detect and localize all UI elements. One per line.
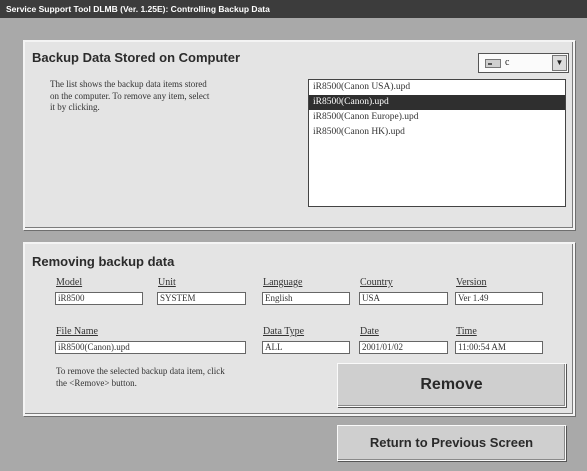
- drive-select-value: c: [505, 57, 510, 68]
- remove-panel-title: Removing backup data: [32, 254, 175, 269]
- language-field: English: [262, 292, 350, 305]
- chevron-down-icon[interactable]: ▼: [552, 55, 567, 71]
- date-label: Date: [360, 326, 379, 337]
- return-to-previous-screen-button[interactable]: Return to Previous Screen: [337, 425, 566, 461]
- instruction-line: the <Remove> button.: [56, 377, 137, 388]
- model-label: Model: [56, 277, 83, 288]
- file-name-field: iR8500(Canon).upd: [55, 341, 246, 354]
- drive-icon: [485, 59, 501, 68]
- description-line: it by clicking.: [50, 102, 100, 112]
- data-type-label: Data Type: [263, 326, 305, 337]
- list-item-selected[interactable]: iR8500(Canon).upd: [309, 95, 565, 110]
- app-window: Service Support Tool DLMB (Ver. 1.25E): …: [0, 0, 587, 471]
- description-line: The list shows the backup data items sto…: [50, 79, 207, 89]
- version-field: Ver 1.49: [455, 292, 543, 305]
- list-item[interactable]: iR8500(Canon USA).upd: [309, 80, 565, 95]
- country-field: USA: [359, 292, 448, 305]
- instruction-line: To remove the selected backup data item,…: [56, 366, 225, 376]
- list-item[interactable]: iR8500(Canon HK).upd: [309, 125, 565, 140]
- country-label: Country: [360, 277, 393, 288]
- file-name-label: File Name: [56, 326, 98, 337]
- version-label: Version: [456, 277, 487, 288]
- list-item[interactable]: iR8500(Canon Europe).upd: [309, 110, 565, 125]
- model-field: iR8500: [55, 292, 143, 305]
- language-label: Language: [263, 277, 303, 288]
- data-type-field: ALL: [262, 341, 350, 354]
- remove-instructions: To remove the selected backup data item,…: [56, 366, 225, 389]
- backup-description: The list shows the backup data items sto…: [50, 79, 209, 114]
- window-title-bar: Service Support Tool DLMB (Ver. 1.25E): …: [0, 0, 587, 18]
- remove-button[interactable]: Remove: [337, 363, 566, 407]
- time-field: 11:00:54 AM: [455, 341, 543, 354]
- drive-select[interactable]: c ▼: [478, 53, 569, 73]
- backup-panel-title: Backup Data Stored on Computer: [32, 50, 241, 65]
- unit-label: Unit: [158, 277, 176, 288]
- description-line: on the computer. To remove any item, sel…: [50, 90, 210, 101]
- time-label: Time: [456, 326, 477, 337]
- unit-field: SYSTEM: [157, 292, 246, 305]
- date-field: 2001/01/02: [359, 341, 448, 354]
- backup-file-list[interactable]: iR8500(Canon USA).upd iR8500(Canon).upd …: [308, 79, 566, 207]
